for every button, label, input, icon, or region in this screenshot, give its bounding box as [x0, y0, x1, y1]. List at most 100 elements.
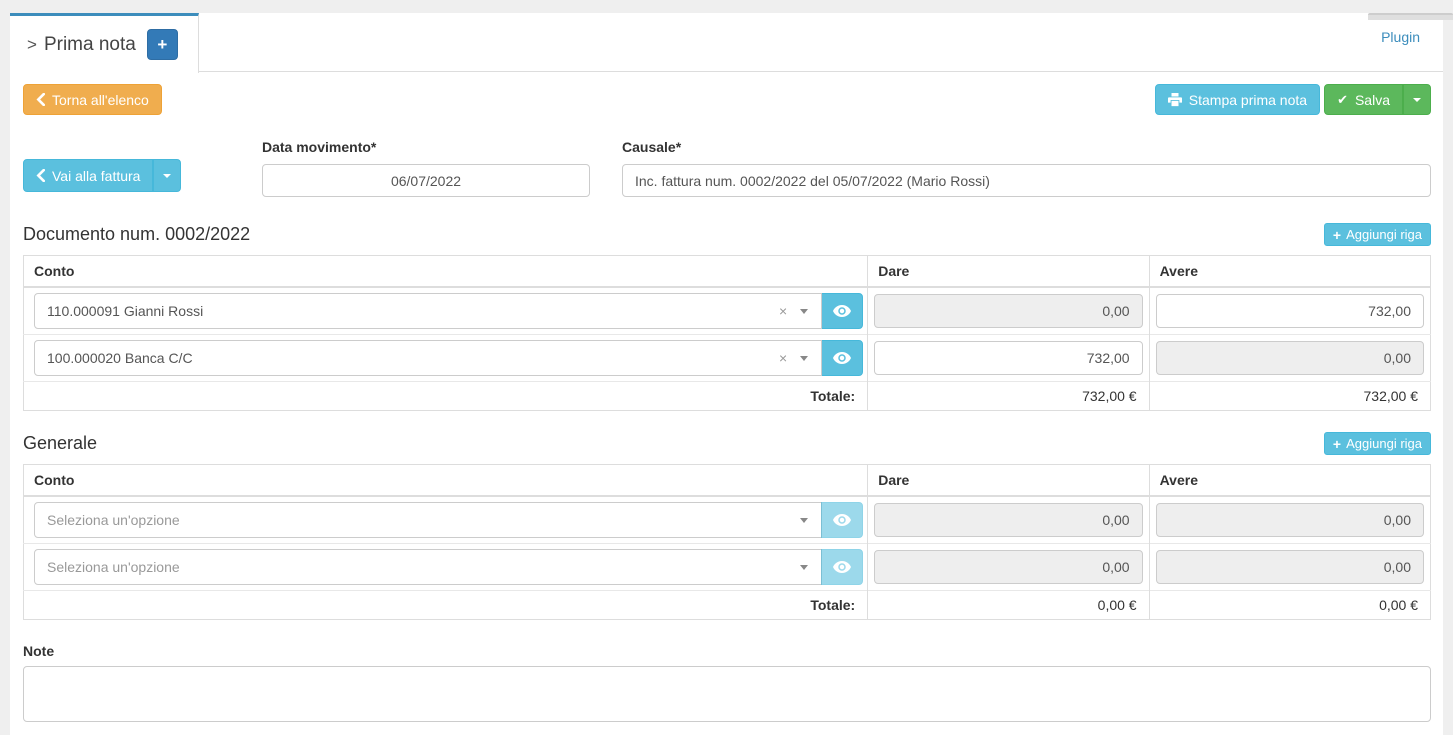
- caret-down-icon: [163, 174, 171, 178]
- causale-field-group: Causale*: [622, 139, 1431, 197]
- date-field-group: Data movimento*: [262, 139, 590, 197]
- total-avere: 732,00 €: [1149, 382, 1430, 411]
- page-background: > Prima nota + Plugin Torna all'elenco: [0, 0, 1453, 719]
- goto-invoice-button-group: Vai alla fattura: [23, 159, 181, 192]
- avere-input: [1156, 550, 1424, 584]
- eye-icon: [833, 352, 851, 364]
- caret-down-icon: [1413, 98, 1421, 102]
- dare-input: [874, 503, 1142, 537]
- toolbar: Torna all'elenco Stampa prima nota ✔: [23, 84, 1431, 115]
- conto-select-placeholder: Seleziona un'opzione: [47, 512, 180, 528]
- note-section: Note: [23, 643, 1431, 735]
- collapsed-tab[interactable]: [1368, 13, 1453, 20]
- conto-select-value: 110.000091 Gianni Rossi: [47, 303, 203, 319]
- eye-icon: [833, 561, 851, 573]
- dare-input: [874, 294, 1142, 328]
- conto-select[interactable]: Seleziona un'opzione: [34, 502, 822, 538]
- goto-invoice-area: Vai alla fattura: [23, 159, 262, 197]
- total-dare: 732,00 €: [868, 382, 1149, 411]
- section-header: Documento num. 0002/2022 + Aggiungi riga: [23, 223, 1431, 246]
- toolbar-right: Stampa prima nota ✔ Salva: [1155, 84, 1431, 115]
- conto-select[interactable]: 110.000091 Gianni Rossi ×: [34, 293, 822, 329]
- total-row: Totale: 732,00 € 732,00 €: [24, 382, 1431, 411]
- chevron-right-icon: >: [27, 35, 37, 55]
- documento-table: Conto Dare Avere 110.000091 Gianni Rossi: [23, 255, 1431, 411]
- view-account-button[interactable]: [821, 293, 863, 329]
- chevron-left-icon: [36, 169, 45, 182]
- save-button-group: ✔ Salva: [1324, 84, 1431, 115]
- main-panel: > Prima nota + Plugin Torna all'elenco: [10, 13, 1443, 735]
- avere-input: [1156, 341, 1424, 375]
- section-title: Documento num. 0002/2022: [23, 224, 250, 245]
- generale-table: Conto Dare Avere Seleziona un'opzione: [23, 464, 1431, 620]
- save-dropdown-button[interactable]: [1403, 84, 1431, 115]
- dare-input: [874, 550, 1142, 584]
- note-textarea[interactable]: [23, 666, 1431, 722]
- plus-icon: +: [1333, 436, 1341, 452]
- column-header-dare: Dare: [868, 256, 1149, 288]
- view-account-button: [821, 502, 863, 538]
- plugin-link[interactable]: Plugin: [1381, 29, 1420, 45]
- total-dare: 0,00 €: [868, 591, 1149, 620]
- conto-select-group: Seleziona un'opzione: [34, 502, 863, 538]
- date-input[interactable]: [262, 164, 590, 197]
- total-row: Totale: 0,00 € 0,00 €: [24, 591, 1431, 620]
- column-header-dare: Dare: [868, 465, 1149, 497]
- check-icon: ✔: [1337, 92, 1348, 108]
- print-button[interactable]: Stampa prima nota: [1155, 84, 1320, 115]
- header-form: Vai alla fattura Data movimento* Causale…: [23, 139, 1431, 197]
- page-title: Prima nota: [44, 34, 136, 56]
- column-header-conto: Conto: [24, 256, 868, 288]
- chevron-left-icon: [36, 93, 45, 106]
- column-header-avere: Avere: [1149, 465, 1430, 497]
- goto-invoice-dropdown-button[interactable]: [153, 159, 181, 192]
- printer-icon: [1168, 93, 1182, 107]
- causale-input[interactable]: [622, 164, 1431, 197]
- section-documento: Documento num. 0002/2022 + Aggiungi riga…: [23, 223, 1431, 411]
- print-label: Stampa prima nota: [1189, 92, 1307, 108]
- clear-selection-icon[interactable]: ×: [779, 350, 787, 366]
- tab-bar: > Prima nota + Plugin: [10, 13, 1443, 72]
- total-label: Totale:: [24, 591, 868, 620]
- conto-select[interactable]: 100.000020 Banca C/C ×: [34, 340, 822, 376]
- add-row-button[interactable]: + Aggiungi riga: [1324, 432, 1431, 455]
- add-row-label: Aggiungi riga: [1346, 227, 1422, 242]
- total-label: Totale:: [24, 382, 868, 411]
- plus-icon: +: [1333, 227, 1341, 243]
- avere-input[interactable]: [1156, 294, 1424, 328]
- add-row-label: Aggiungi riga: [1346, 436, 1422, 451]
- conto-select-group: Seleziona un'opzione: [34, 549, 863, 585]
- select-caret-icon: [800, 356, 808, 361]
- clear-selection-icon[interactable]: ×: [779, 303, 787, 319]
- add-row-button[interactable]: + Aggiungi riga: [1324, 223, 1431, 246]
- plus-icon: +: [157, 36, 167, 53]
- column-header-avere: Avere: [1149, 256, 1430, 288]
- conto-select-value: 100.000020 Banca C/C: [47, 350, 193, 366]
- conto-select-group: 110.000091 Gianni Rossi ×: [34, 293, 863, 329]
- goto-invoice-button[interactable]: Vai alla fattura: [23, 159, 153, 192]
- goto-invoice-label: Vai alla fattura: [52, 168, 140, 184]
- section-generale: Generale + Aggiungi riga Conto Dare Aver…: [23, 432, 1431, 620]
- date-label: Data movimento*: [262, 139, 590, 155]
- view-account-button: [821, 549, 863, 585]
- note-label: Note: [23, 643, 1431, 659]
- conto-select-placeholder: Seleziona un'opzione: [47, 559, 180, 575]
- table-row: 110.000091 Gianni Rossi ×: [24, 287, 1431, 335]
- avere-input: [1156, 503, 1424, 537]
- eye-icon: [833, 514, 851, 526]
- tab-prima-nota[interactable]: > Prima nota +: [10, 13, 199, 73]
- view-account-button[interactable]: [821, 340, 863, 376]
- save-button[interactable]: ✔ Salva: [1324, 84, 1403, 115]
- column-header-conto: Conto: [24, 465, 868, 497]
- dare-input[interactable]: [874, 341, 1142, 375]
- select-caret-icon: [800, 309, 808, 314]
- conto-select[interactable]: Seleziona un'opzione: [34, 549, 822, 585]
- add-tab-button[interactable]: +: [147, 29, 178, 60]
- eye-icon: [833, 305, 851, 317]
- back-to-list-button[interactable]: Torna all'elenco: [23, 84, 162, 115]
- section-header: Generale + Aggiungi riga: [23, 432, 1431, 455]
- table-row: Seleziona un'opzione: [24, 496, 1431, 544]
- table-row: 100.000020 Banca C/C ×: [24, 335, 1431, 382]
- total-avere: 0,00 €: [1149, 591, 1430, 620]
- conto-select-group: 100.000020 Banca C/C ×: [34, 340, 863, 376]
